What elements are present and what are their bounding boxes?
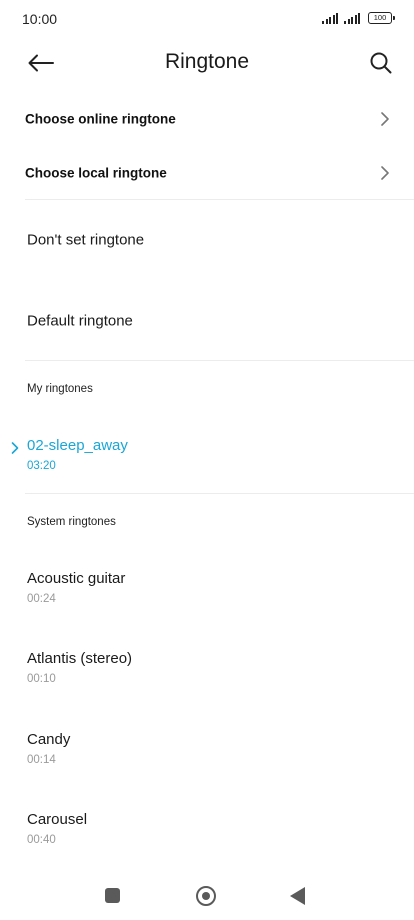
section-header-system-ringtones: System ringtones (27, 516, 116, 528)
divider (25, 360, 414, 361)
page-title: Ringtone (164, 50, 250, 73)
recent-apps-button[interactable] (105, 888, 120, 903)
ringtone-title: 02-sleep_away (27, 437, 128, 454)
system-navigation-bar (0, 872, 414, 920)
search-button[interactable] (366, 48, 396, 78)
ringtone-title: Candy (27, 731, 71, 748)
search-icon (370, 52, 392, 74)
ringtone-item[interactable]: Candy 00:14 (0, 723, 414, 779)
signal-icon-2 (344, 12, 360, 24)
system-back-button[interactable] (290, 887, 305, 905)
dont-set-ringtone-item[interactable]: Don't set ringtone (0, 210, 414, 270)
ringtone-item[interactable]: Carousel 00:40 (0, 803, 414, 859)
status-time: 10:00 (22, 11, 58, 27)
ringtone-item[interactable]: Atlantis (stereo) 00:10 (0, 642, 414, 698)
status-icons: 100 (322, 12, 395, 24)
choose-local-ringtone-item[interactable]: Choose local ringtone (0, 149, 414, 197)
ringtone-item-selected[interactable]: 02-sleep_away 03:20 (0, 429, 414, 485)
ringtone-title: Carousel (27, 811, 88, 828)
ringtone-duration: 00:10 (27, 673, 56, 685)
battery-icon: 100 (368, 12, 395, 24)
divider (25, 493, 414, 494)
default-ringtone-item[interactable]: Default ringtone (0, 291, 414, 351)
app-header: Ringtone (0, 38, 414, 88)
choose-local-ringtone-label: Choose local ringtone (25, 165, 167, 181)
dont-set-ringtone-label: Don't set ringtone (27, 231, 145, 249)
default-ringtone-label: Default ringtone (27, 312, 133, 330)
ringtone-title: Atlantis (stereo) (27, 650, 133, 667)
ringtone-duration: 00:14 (27, 754, 56, 766)
home-button[interactable] (196, 886, 216, 906)
choose-online-ringtone-label: Choose online ringtone (25, 111, 176, 127)
selected-chevron-icon (11, 442, 19, 454)
home-icon (202, 892, 210, 900)
signal-icon (322, 12, 338, 24)
ringtone-duration: 00:24 (27, 593, 56, 605)
chevron-right-icon (381, 112, 389, 126)
chevron-right-icon (381, 166, 389, 180)
choose-online-ringtone-item[interactable]: Choose online ringtone (0, 95, 414, 143)
section-header-my-ringtones: My ringtones (27, 383, 93, 395)
ringtone-duration: 00:40 (27, 834, 56, 846)
divider (25, 199, 414, 200)
ringtone-duration: 03:20 (27, 460, 56, 472)
ringtone-title: Acoustic guitar (27, 570, 126, 587)
status-bar: 10:00 100 (0, 0, 414, 38)
ringtone-item[interactable]: Acoustic guitar 00:24 (0, 562, 414, 618)
